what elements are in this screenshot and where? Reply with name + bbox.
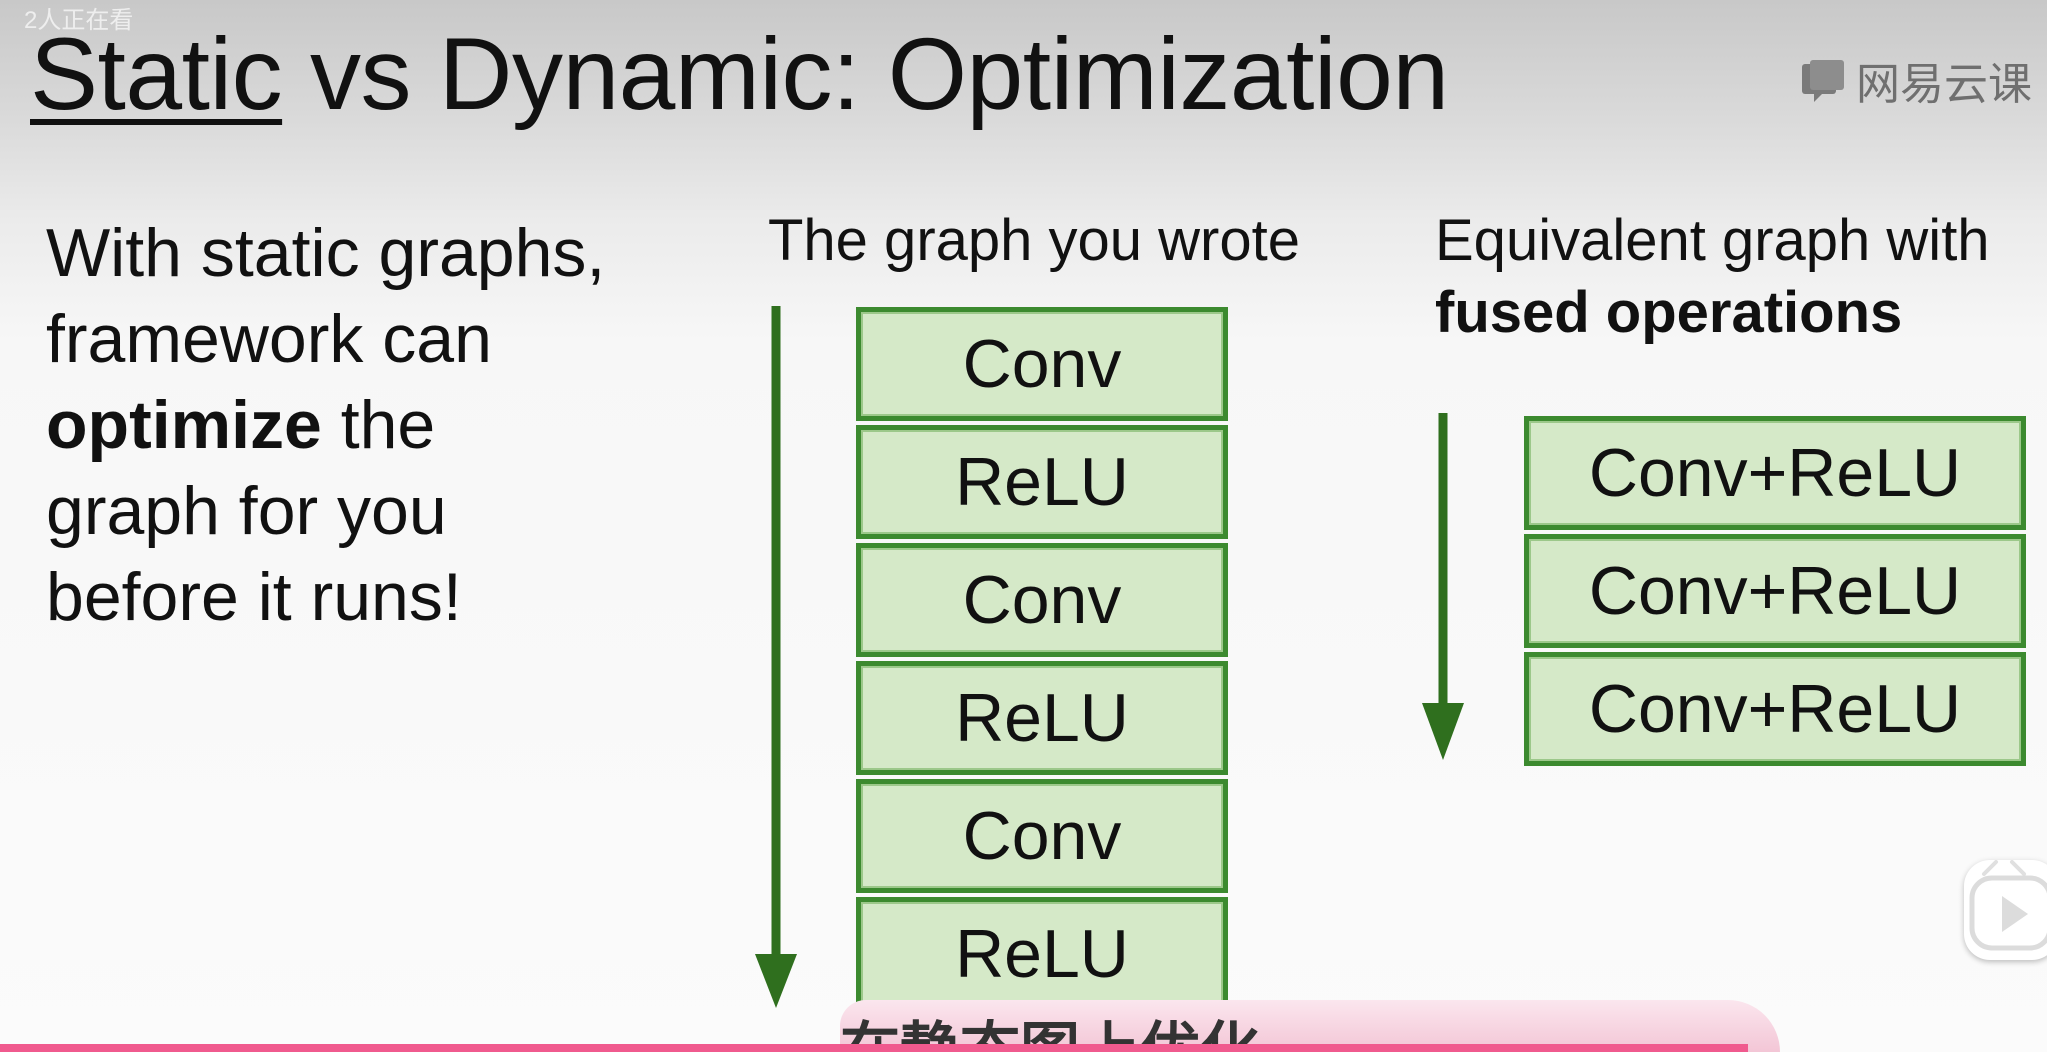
left-node-4: ReLU (856, 661, 1228, 775)
right-node-1: Conv+ReLU (1524, 416, 2026, 530)
intro-line-3: optimize the (46, 382, 686, 468)
intro-paragraph: With static graphs, framework can optimi… (46, 210, 686, 640)
intro-line-3-rest: the (321, 387, 436, 463)
left-node-1: Conv (856, 307, 1228, 421)
right-node-3: Conv+ReLU (1524, 652, 2026, 766)
right-node-2: Conv+ReLU (1524, 534, 2026, 648)
play-icon (1969, 860, 2047, 951)
right-graph-heading: Equivalent graph with fused operations (1435, 205, 1990, 349)
slide-title: Static vs Dynamic: Optimization (30, 16, 1449, 133)
left-node-6: ReLU (856, 897, 1228, 1011)
intro-line-4: graph for you (46, 473, 447, 549)
right-flow-arrow (1422, 413, 1464, 760)
left-graph-heading: The graph you wrote (768, 208, 1300, 273)
watermark-logo: 网易云课 (1800, 48, 2032, 112)
title-underlined-word: Static (30, 17, 283, 131)
intro-line-5: before it runs! (46, 559, 462, 635)
logo-text: 网易云课 (1856, 60, 2032, 109)
left-node-5: Conv (856, 779, 1228, 893)
progress-bar[interactable] (0, 1044, 1748, 1052)
intro-line-2: framework can (46, 301, 492, 377)
title-rest: vs Dynamic: Optimization (282, 17, 1449, 131)
left-node-2: ReLU (856, 425, 1228, 539)
left-node-3: Conv (856, 543, 1228, 657)
intro-line-1: With static graphs, (46, 215, 606, 291)
play-button[interactable] (1964, 860, 2047, 960)
right-heading-line-1: Equivalent graph with (1435, 208, 1990, 273)
right-heading-line-2: fused operations (1435, 280, 1903, 345)
video-frame: 2人正在看 Static vs Dynamic: Optimization 网易… (0, 0, 2047, 1052)
logo-icon (1800, 58, 1846, 102)
left-flow-arrow (755, 306, 797, 1008)
intro-bold-word: optimize (46, 387, 322, 463)
